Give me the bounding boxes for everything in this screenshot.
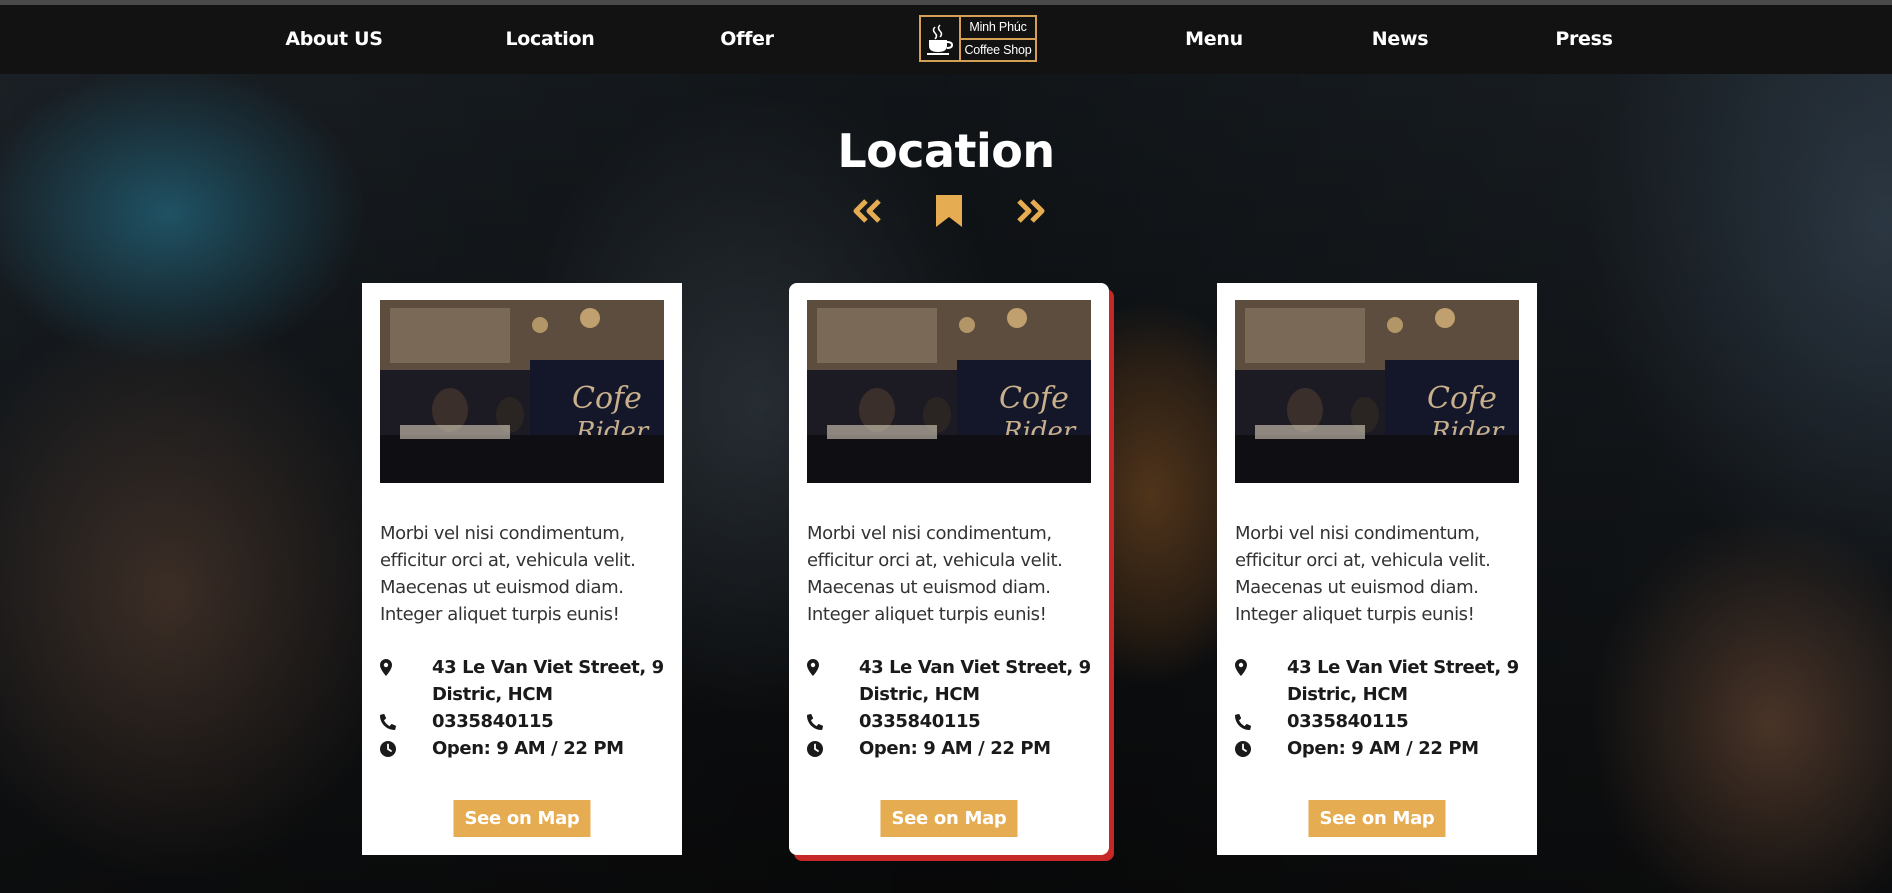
- phone-icon: [380, 708, 432, 735]
- bookmark-icon: [934, 193, 964, 229]
- hours-text: Open: 9 AM / 22 PM: [432, 738, 624, 759]
- double-chevron-left-icon[interactable]: [852, 193, 884, 229]
- see-on-map-button[interactable]: See on Map: [880, 800, 1018, 837]
- nav-link-news[interactable]: News: [1372, 5, 1429, 74]
- address-text: 43 Le Van Viet Street, 9 Distric, HCM: [1287, 657, 1519, 705]
- phone-row: 0335840115: [807, 708, 1091, 735]
- logo-text-line2: Coffee Shop: [961, 37, 1035, 61]
- hours-row: Open: 9 AM / 22 PM: [1235, 735, 1519, 762]
- hours-row: Open: 9 AM / 22 PM: [380, 735, 664, 762]
- svg-text:Cofe: Cofe: [999, 381, 1069, 416]
- card-description: Morbi vel nisi condimentum, efficitur or…: [807, 523, 1063, 625]
- nav-link-offer[interactable]: Offer: [720, 5, 774, 74]
- hours-text: Open: 9 AM / 22 PM: [859, 738, 1051, 759]
- location-card: Cofe Rider Morbi vel nisi condimentum, e…: [362, 283, 682, 855]
- top-navbar: About US Location Offer Minh Phúc Coffee…: [0, 5, 1892, 74]
- phone-text: 0335840115: [1287, 711, 1409, 732]
- phone-text: 0335840115: [432, 711, 554, 732]
- nav-link-press[interactable]: Press: [1555, 5, 1613, 74]
- nav-link-about-us[interactable]: About US: [285, 5, 383, 74]
- nav-link-location[interactable]: Location: [505, 5, 594, 74]
- phone-row: 0335840115: [1235, 708, 1519, 735]
- location-card: Cofe Rider Morbi vel nisi condimentum, e…: [1217, 283, 1537, 855]
- address-text: 43 Le Van Viet Street, 9 Distric, HCM: [859, 657, 1091, 705]
- address-row: 43 Le Van Viet Street, 9 Distric, HCM: [380, 654, 664, 708]
- location-card-active: Cofe Rider Morbi vel nisi condimentum, e…: [789, 283, 1109, 855]
- clock-icon: [1235, 735, 1287, 762]
- map-marker-icon: [807, 654, 859, 681]
- cafe-photo: Cofe Rider: [380, 300, 664, 483]
- address-text: 43 Le Van Viet Street, 9 Distric, HCM: [432, 657, 664, 705]
- phone-icon: [1235, 708, 1287, 735]
- svg-text:Cofe: Cofe: [572, 381, 642, 416]
- cafe-photo: Cofe Rider: [807, 300, 1091, 483]
- address-row: 43 Le Van Viet Street, 9 Distric, HCM: [807, 654, 1091, 708]
- logo-text-line1: Minh Phúc: [969, 20, 1027, 35]
- section-title: Location: [837, 124, 1055, 178]
- see-on-map-button[interactable]: See on Map: [1308, 800, 1446, 837]
- address-row: 43 Le Van Viet Street, 9 Distric, HCM: [1235, 654, 1519, 708]
- hours-text: Open: 9 AM / 22 PM: [1287, 738, 1479, 759]
- card-description: Morbi vel nisi condimentum, efficitur or…: [1235, 523, 1491, 625]
- phone-row: 0335840115: [380, 708, 664, 735]
- cafe-photo: Cofe Rider: [1235, 300, 1519, 483]
- brand-logo[interactable]: Minh Phúc Coffee Shop: [919, 15, 1037, 62]
- clock-icon: [380, 735, 432, 762]
- map-marker-icon: [1235, 654, 1287, 681]
- card-description: Morbi vel nisi condimentum, efficitur or…: [380, 523, 636, 625]
- nav-link-menu[interactable]: Menu: [1185, 5, 1243, 74]
- coffee-cup-icon: [921, 17, 961, 60]
- svg-text:Cofe: Cofe: [1427, 381, 1497, 416]
- map-marker-icon: [380, 654, 432, 681]
- see-on-map-button[interactable]: See on Map: [453, 800, 591, 837]
- hours-row: Open: 9 AM / 22 PM: [807, 735, 1091, 762]
- phone-text: 0335840115: [859, 711, 981, 732]
- double-chevron-right-icon[interactable]: [1014, 193, 1046, 229]
- phone-icon: [807, 708, 859, 735]
- clock-icon: [807, 735, 859, 762]
